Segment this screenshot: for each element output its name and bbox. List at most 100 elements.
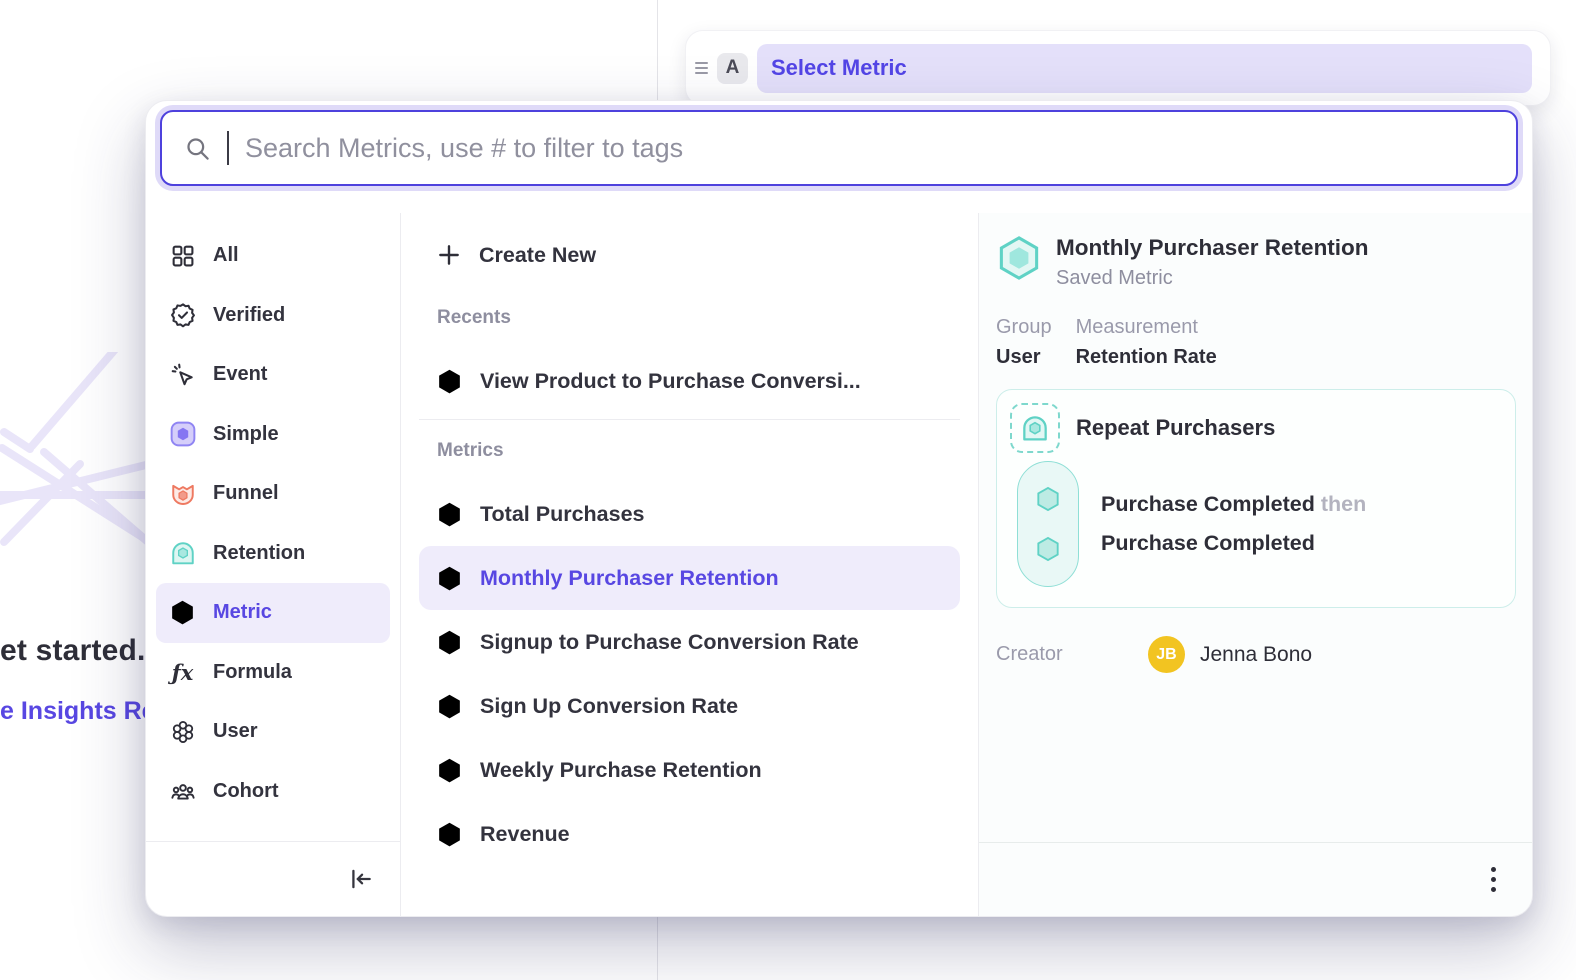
filter-sidebar: All Verified E	[146, 213, 401, 916]
collapse-panel-icon[interactable]	[348, 866, 374, 892]
user-cluster-icon	[169, 719, 196, 745]
metric-hexagon-icon	[169, 599, 196, 626]
create-new-button[interactable]: Create New	[419, 223, 960, 287]
sidebar-item-simple[interactable]: Simple	[156, 405, 390, 465]
metric-item-monthly-purchaser-retention[interactable]: Monthly Purchaser Retention	[419, 546, 960, 610]
cohort-people-icon	[169, 778, 196, 804]
background-heading-fragment: et started.	[0, 634, 146, 668]
group-value: User	[996, 346, 1052, 369]
cursor-click-icon	[169, 362, 196, 388]
sidebar-item-event[interactable]: Event	[156, 345, 390, 405]
metric-item-label: Revenue	[480, 822, 570, 847]
group-label: Group	[996, 316, 1052, 339]
step-lines: Purchase Completed then Purchase Complet…	[1101, 492, 1366, 556]
measurement-label: Measurement	[1076, 316, 1217, 339]
simple-hexagon-icon	[169, 421, 196, 447]
sidebar-item-label: Event	[213, 363, 267, 386]
sidebar-item-funnel[interactable]: Funnel	[156, 464, 390, 524]
funnel-shield-icon	[169, 481, 196, 507]
grid-icon	[169, 243, 196, 268]
decorative-lines-illustration	[0, 352, 150, 602]
create-new-label: Create New	[479, 243, 596, 268]
series-letter-badge: A	[717, 53, 748, 84]
metric-hexagon-icon	[436, 693, 463, 720]
step-hexagon-icon	[1034, 485, 1062, 513]
retention-metric-hexagon-icon	[996, 235, 1042, 281]
metric-item-total-purchases[interactable]: Total Purchases	[419, 482, 960, 546]
formula-fx-icon: ƒx	[169, 662, 196, 683]
metric-hexagon-icon	[436, 565, 463, 592]
details-fields: Group User Measurement Retention Rate	[996, 316, 1518, 369]
sidebar-item-user[interactable]: User	[156, 702, 390, 762]
retention-dashed-icon	[1010, 403, 1060, 453]
repeat-purchasers-card: Repeat Purchasers Purchase Completed the…	[996, 389, 1516, 608]
details-title: Monthly Purchaser Retention	[1056, 235, 1369, 261]
step-hexagon-icon	[1034, 535, 1062, 563]
creator-label: Creator	[996, 643, 1148, 666]
recents-section-label: Recents	[401, 287, 978, 349]
background-insights-link-fragment[interactable]: e Insights Re	[0, 697, 156, 726]
step-1: Purchase Completed then	[1101, 492, 1366, 517]
measurement-field: Measurement Retention Rate	[1076, 316, 1217, 369]
search-icon	[184, 135, 211, 162]
metric-item-sign-up-conversion-rate[interactable]: Sign Up Conversion Rate	[419, 674, 960, 738]
metric-item-label: Sign Up Conversion Rate	[480, 694, 738, 719]
sidebar-item-retention[interactable]: Retention	[156, 524, 390, 584]
recent-item[interactable]: View Product to Purchase Conversi...	[419, 349, 960, 413]
sidebar-item-label: User	[213, 720, 257, 743]
retention-arch-icon	[169, 540, 196, 566]
sidebar-item-label: Metric	[213, 601, 272, 624]
metrics-section-label: Metrics	[401, 420, 978, 482]
details-footer	[979, 842, 1532, 916]
drag-handle-icon[interactable]	[695, 62, 708, 74]
select-metric-button[interactable]: Select Metric	[757, 44, 1532, 93]
metric-hexagon-icon	[436, 757, 463, 784]
metric-item-label: Total Purchases	[480, 502, 645, 527]
more-options-kebab-icon[interactable]	[1491, 867, 1496, 892]
metric-item-label: Signup to Purchase Conversion Rate	[480, 630, 859, 655]
sidebar-item-all[interactable]: All	[156, 226, 390, 286]
metric-hexagon-icon	[436, 629, 463, 656]
sidebar-item-metric[interactable]: Metric	[156, 583, 390, 643]
creator-avatar: JB	[1148, 636, 1185, 673]
verified-badge-icon	[169, 302, 196, 328]
sidebar-item-label: Formula	[213, 661, 292, 684]
metric-hexagon-icon	[436, 501, 463, 528]
card-body: Purchase Completed then Purchase Complet…	[1010, 461, 1501, 587]
step-2: Purchase Completed	[1101, 531, 1366, 556]
sidebar-footer	[146, 841, 400, 916]
sidebar-item-cohort[interactable]: Cohort	[156, 762, 390, 822]
recent-item-label: View Product to Purchase Conversi...	[480, 369, 861, 394]
sidebar-item-label: Cohort	[213, 780, 279, 803]
select-metric-label: Select Metric	[771, 55, 907, 81]
sidebar-item-formula[interactable]: ƒx Formula	[156, 643, 390, 703]
search-input[interactable]	[245, 133, 1494, 164]
text-cursor	[227, 131, 229, 165]
plus-icon	[436, 242, 462, 268]
sidebar-item-label: Simple	[213, 423, 279, 446]
creator-row: Creator JB Jenna Bono	[996, 636, 1518, 673]
card-title: Repeat Purchasers	[1076, 415, 1275, 441]
sidebar-item-label: Retention	[213, 542, 305, 565]
measurement-value: Retention Rate	[1076, 346, 1217, 369]
metric-item-label: Weekly Purchase Retention	[480, 758, 762, 783]
metric-item-weekly-purchase-retention[interactable]: Weekly Purchase Retention	[419, 738, 960, 802]
metric-list-panel: Create New Recents View Product to Purch…	[401, 213, 979, 916]
details-header: Monthly Purchaser Retention Saved Metric	[996, 235, 1518, 290]
step-connector: then	[1315, 492, 1366, 516]
metric-item-label: Monthly Purchaser Retention	[480, 566, 779, 591]
sidebar-item-verified[interactable]: Verified	[156, 286, 390, 346]
search-bar[interactable]	[160, 110, 1518, 186]
group-field: Group User	[996, 316, 1052, 369]
metric-row-bar: A Select Metric	[685, 30, 1551, 106]
metric-picker-modal: All Verified E	[145, 100, 1533, 917]
sidebar-item-label: Funnel	[213, 482, 279, 505]
card-header: Repeat Purchasers	[1010, 403, 1501, 453]
metric-item-revenue[interactable]: Revenue	[419, 802, 960, 866]
metric-hexagon-icon	[436, 821, 463, 848]
creator-name: Jenna Bono	[1200, 643, 1312, 667]
details-subtitle: Saved Metric	[1056, 267, 1369, 290]
metric-item-signup-to-purchase-conversion-rate[interactable]: Signup to Purchase Conversion Rate	[419, 610, 960, 674]
picker-columns: All Verified E	[146, 213, 1532, 916]
sidebar-item-label: Verified	[213, 304, 285, 327]
